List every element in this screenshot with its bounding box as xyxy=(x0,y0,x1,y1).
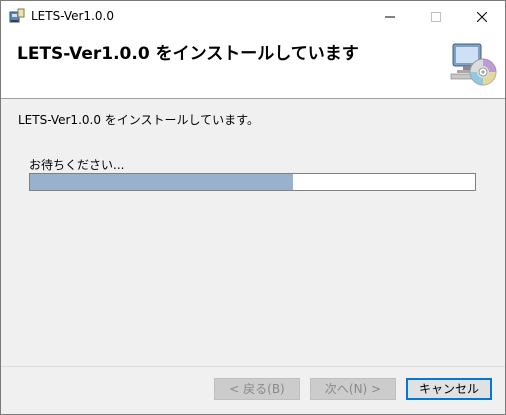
minimize-button[interactable] xyxy=(367,1,413,32)
maximize-icon xyxy=(431,7,441,26)
installer-app-icon xyxy=(9,8,25,24)
wait-label: お待ちください... xyxy=(29,158,125,172)
next-button[interactable]: 次へ(N) > xyxy=(310,378,396,400)
title-bar[interactable]: LETS-Ver1.0.0 xyxy=(1,1,505,32)
install-progress-bar xyxy=(29,173,476,191)
minimize-icon xyxy=(385,7,395,26)
footer-divider xyxy=(1,366,505,367)
page-title: LETS-Ver1.0.0 をインストールしています xyxy=(17,44,359,64)
header-banner: LETS-Ver1.0.0 をインストールしています xyxy=(1,32,505,99)
installer-disc-icon xyxy=(449,40,497,88)
cancel-button[interactable]: キャンセル xyxy=(406,378,492,400)
installer-window: LETS-Ver1.0.0 LETS-Ver1.0.0 をインストールしています xyxy=(0,0,506,415)
back-button[interactable]: < 戻る(B) xyxy=(214,378,300,400)
maximize-button[interactable] xyxy=(413,1,459,32)
progress-fill xyxy=(30,174,293,190)
window-title: LETS-Ver1.0.0 xyxy=(31,9,114,23)
close-button[interactable] xyxy=(459,1,505,32)
install-status-message: LETS-Ver1.0.0 をインストールしています。 xyxy=(18,113,259,127)
close-icon xyxy=(476,7,488,26)
